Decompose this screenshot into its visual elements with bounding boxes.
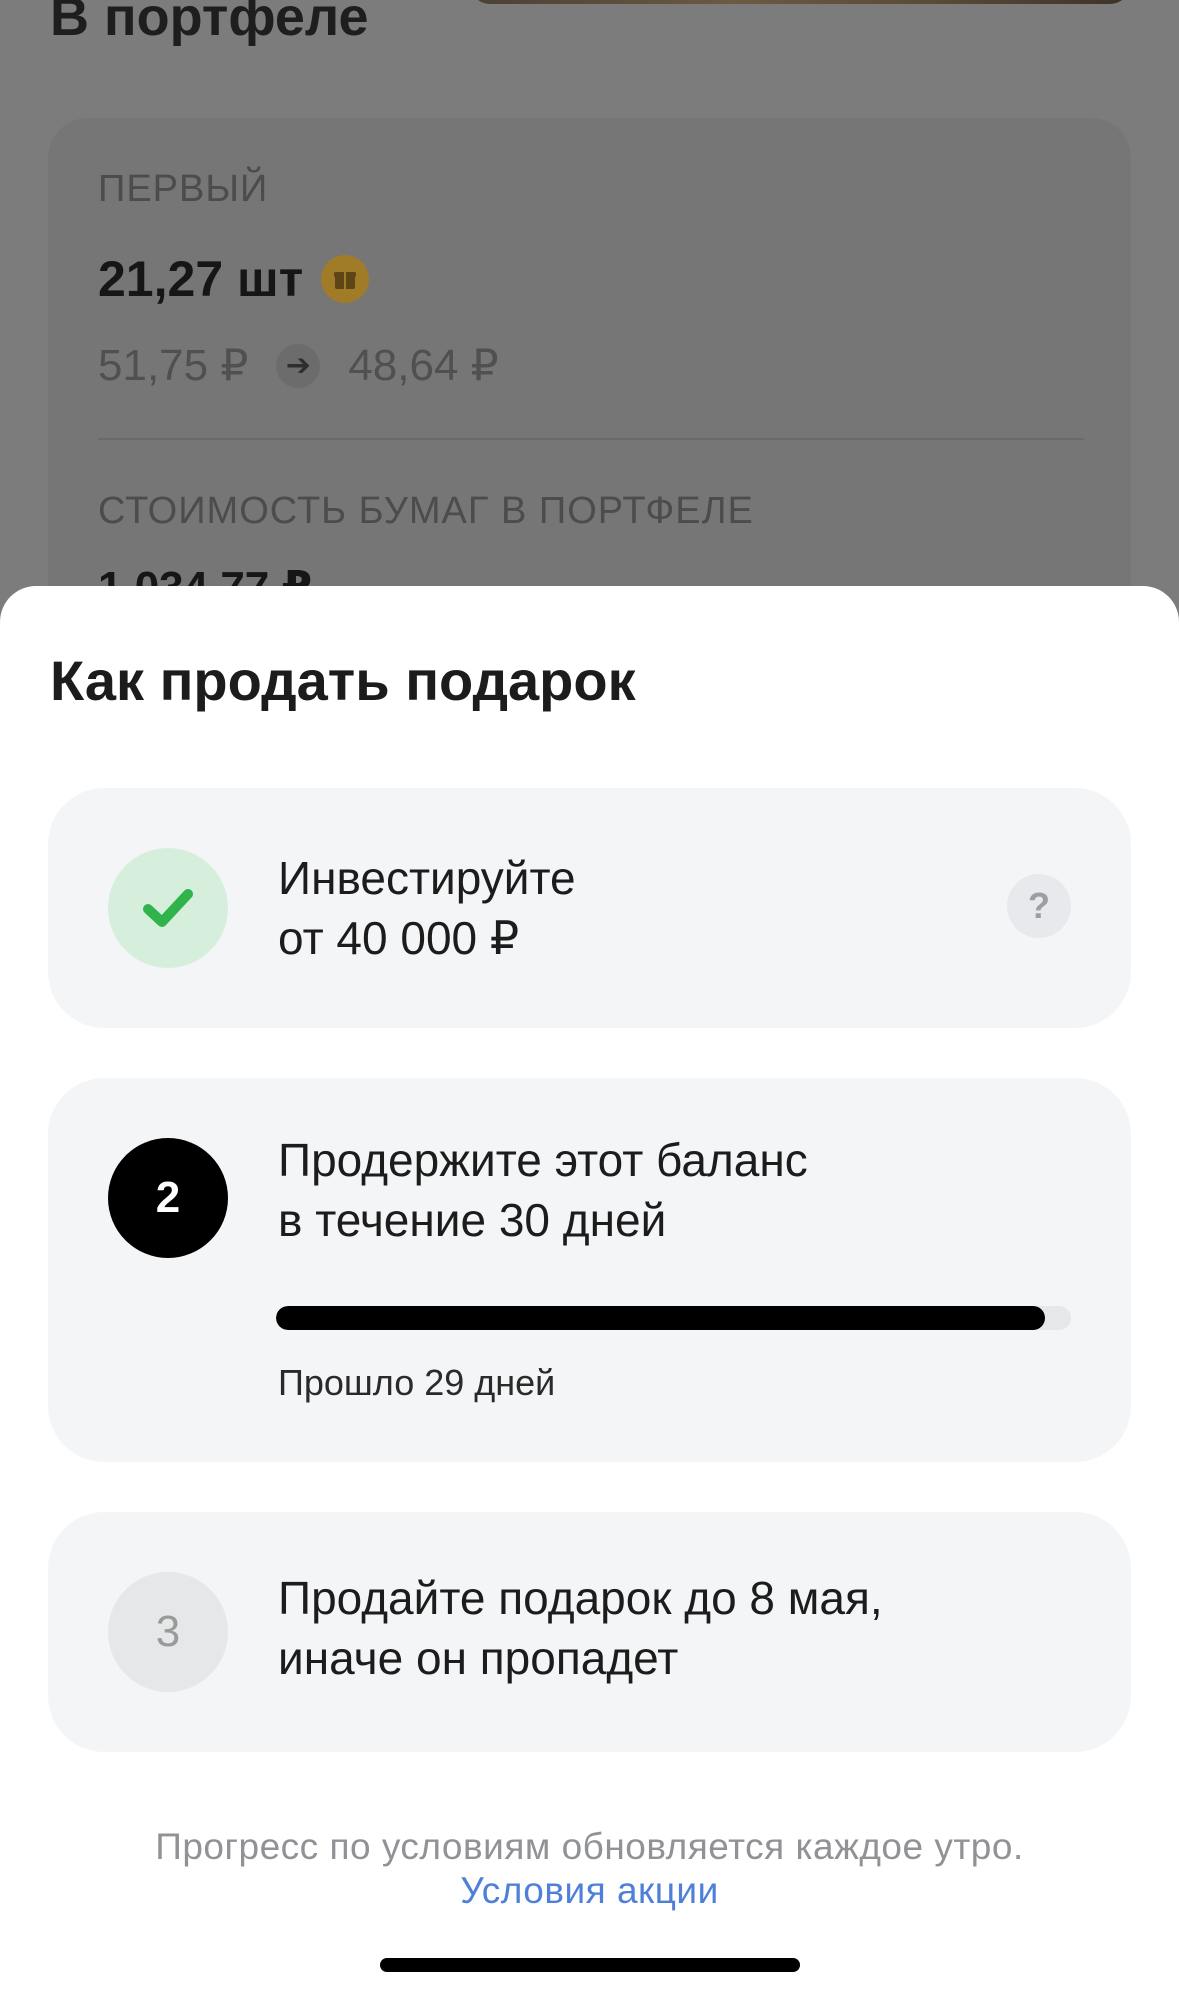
- background-page: В портфеле ПЕРВЫЙ 21,27 шт 51,75 ₽ ➔ 48,…: [0, 0, 1179, 620]
- portfolio-value-label: СТОИМОСТЬ БУМАГ В ПОРТФЕЛЕ: [98, 490, 754, 532]
- progress-bar: [276, 1306, 1071, 1330]
- step-line: Инвестируйте: [278, 852, 576, 904]
- price-change-row: 51,75 ₽ ➔ 48,64 ₽: [98, 340, 499, 391]
- price-from: 51,75 ₽: [98, 341, 249, 390]
- step-text: Инвестируйте от 40 000 ₽: [278, 848, 576, 968]
- divider: [98, 438, 1084, 440]
- price-to: 48,64 ₽: [348, 341, 499, 390]
- step-line: от 40 000 ₽: [278, 912, 520, 964]
- update-note: Прогресс по условиям обновляется каждое …: [155, 1826, 1024, 1867]
- step-card-sell: 3 Продайте подарок до 8 мая, иначе он пр…: [48, 1512, 1131, 1752]
- portfolio-card: ПЕРВЫЙ 21,27 шт 51,75 ₽ ➔ 48,64 ₽ СТОИМО…: [48, 118, 1131, 620]
- quantity-value: 21,27 шт: [98, 251, 304, 307]
- header-image: [470, 0, 1130, 4]
- step-card-hold: 2 Продержите этот баланс в течение 30 дн…: [48, 1078, 1131, 1462]
- progress-fill: [276, 1306, 1045, 1330]
- portfolio-title: В портфеле: [50, 0, 369, 47]
- step-number-badge: 3: [108, 1572, 228, 1692]
- step-text: Продайте подарок до 8 мая, иначе он проп…: [278, 1568, 883, 1688]
- step-card-invest: Инвестируйте от 40 000 ₽ ?: [48, 788, 1131, 1028]
- check-icon: [108, 848, 228, 968]
- progress-caption: Прошло 29 дней: [278, 1362, 556, 1403]
- step-line: в течение 30 дней: [278, 1194, 667, 1246]
- step-text: Продержите этот баланс в течение 30 дней: [278, 1130, 808, 1250]
- step-line: Продержите этот баланс: [278, 1134, 808, 1186]
- step-line: Продайте подарок до 8 мая,: [278, 1572, 883, 1624]
- security-name: ПЕРВЫЙ: [98, 168, 269, 210]
- home-indicator[interactable]: [380, 1958, 800, 1972]
- arrow-right-icon: ➔: [276, 343, 321, 388]
- step-number-badge: 2: [108, 1138, 228, 1258]
- terms-link[interactable]: Условия акции: [0, 1870, 1179, 1912]
- bottom-sheet: Как продать подарок Инвестируйте от 40 0…: [0, 586, 1179, 1996]
- sheet-title: Как продать подарок: [50, 649, 636, 712]
- quantity-row: 21,27 шт: [98, 250, 370, 308]
- gift-icon: [321, 255, 370, 303]
- step-line: иначе он пропадет: [278, 1632, 679, 1684]
- question-icon[interactable]: ?: [1007, 874, 1071, 938]
